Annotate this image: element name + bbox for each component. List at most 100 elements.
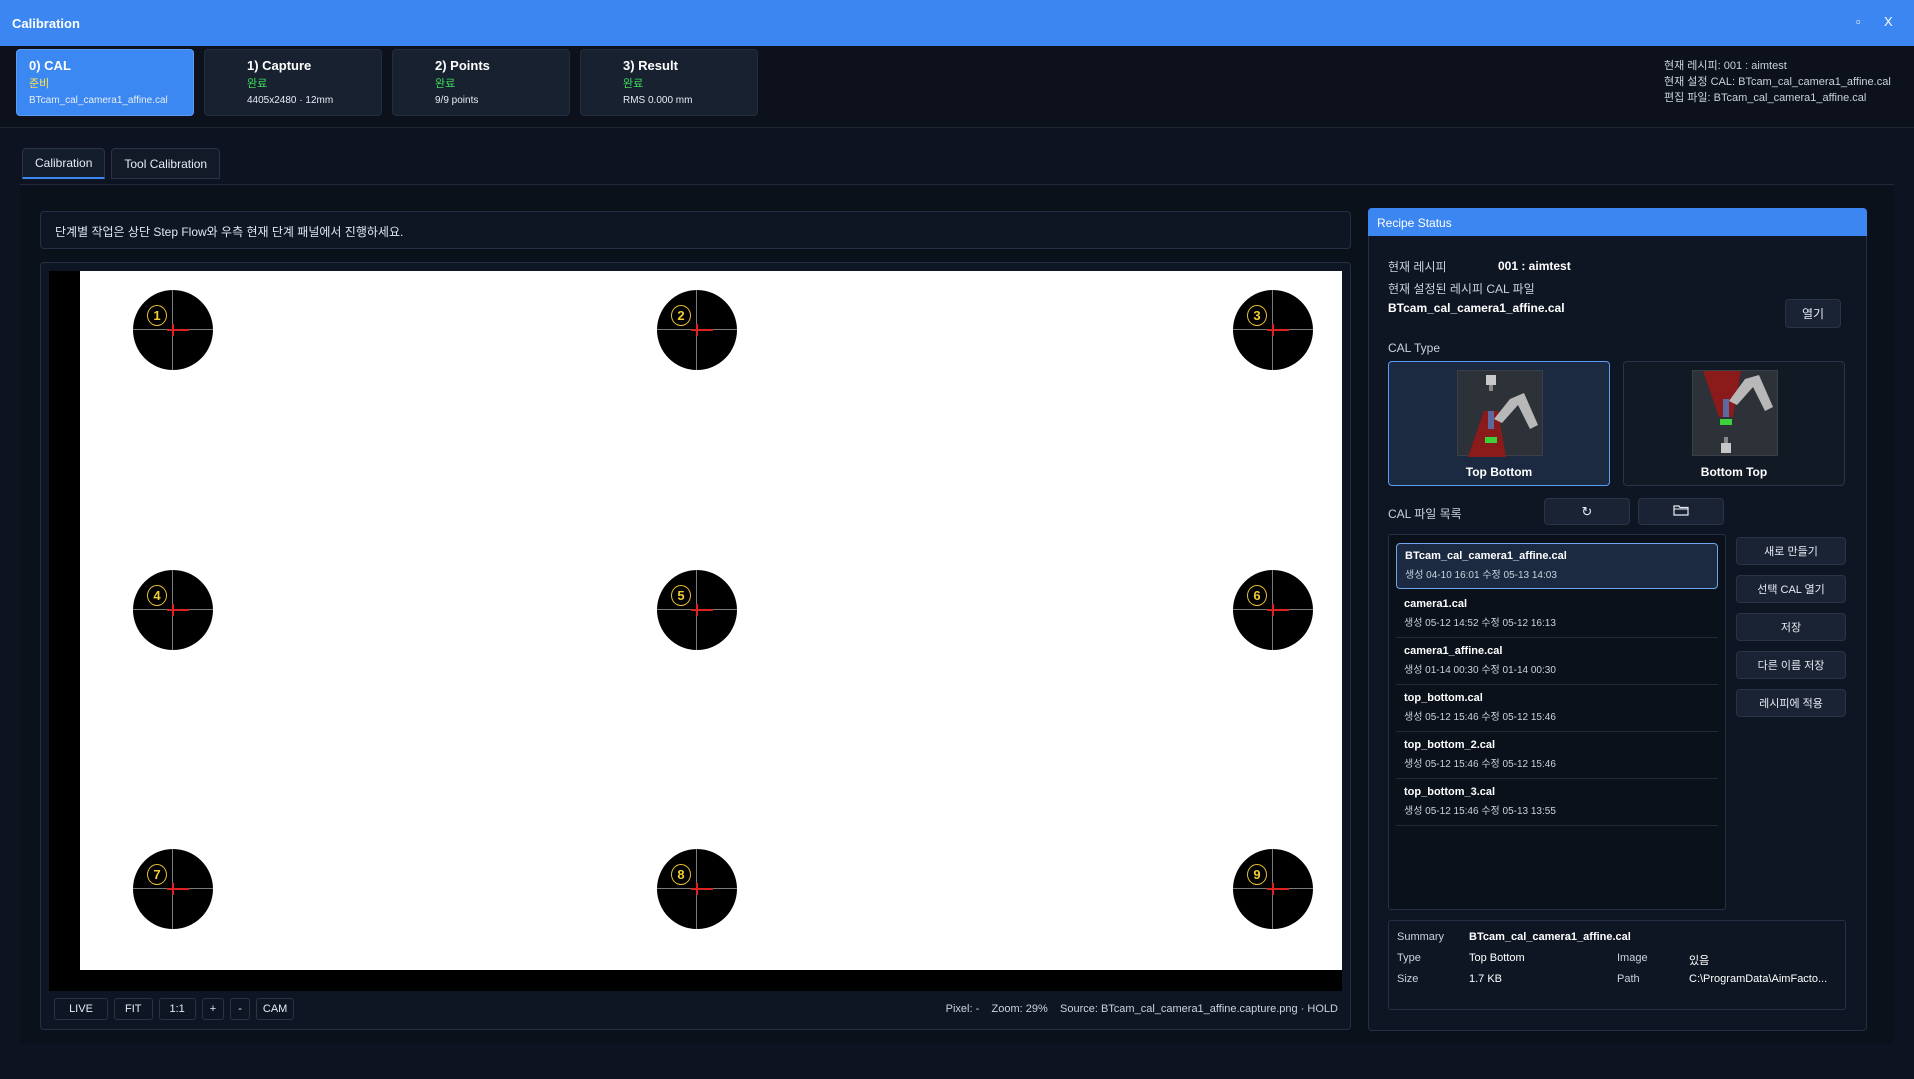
camera-button[interactable]: CAM [255,998,295,1020]
calibration-window: Calibration ▫ X 0) CAL 준비 BTcam_cal_came… [0,0,1914,1079]
path-value: C:\ProgramData\AimFacto... [1689,973,1828,985]
step-capture[interactable]: 1) Capture 완료 4405x2480 · 12mm [204,49,382,116]
folder-icon [1673,504,1689,519]
step-title: 2) Points [435,58,490,73]
target-number: 3 [1247,305,1267,326]
zoom-in-button[interactable]: + [201,998,225,1020]
calibration-target: 4 [133,570,213,650]
step-result[interactable]: 3) Result 완료 RMS 0.000 mm [580,49,758,116]
cal-file-value: BTcam_cal_camera1_affine.cal [1388,301,1565,315]
type-value: Top Bottom [1469,952,1525,964]
new-cal-button[interactable]: 새로 만들기 [1736,537,1846,565]
live-button[interactable]: LIVE [54,998,108,1020]
summary-label: Summary [1397,931,1445,943]
close-button[interactable]: X [1884,14,1893,29]
instruction-banner: 단계별 작업은 상단 Step Flow와 우측 현재 단계 패널에서 진행하세… [40,211,1351,249]
calibration-target: 7 [133,849,213,929]
target-number: 5 [671,585,691,606]
size-value: 1.7 KB [1469,973,1503,985]
size-label: Size [1397,973,1419,985]
target-number: 7 [147,864,167,885]
step-status: 완료 [435,78,456,90]
browse-folder-button[interactable] [1638,498,1724,525]
calibration-target: 6 [1233,570,1313,650]
tab-tool-calibration[interactable]: Tool Calibration [111,148,221,179]
viewer-status: Pixel: - Zoom: 29% Source: BTcam_cal_cam… [946,1003,1338,1015]
step-detail: 9/9 points [435,95,479,106]
file-list-item[interactable]: top_bottom_3.cal 생성 05-12 15:46 수정 05-13… [1396,780,1718,826]
file-list-item[interactable]: BTcam_cal_camera1_affine.cal 생성 04-10 16… [1396,543,1718,589]
target-number: 6 [1247,585,1267,606]
open-selected-cal-button[interactable]: 선택 CAL 열기 [1736,575,1846,603]
path-label: Path [1617,973,1640,985]
open-button[interactable]: 열기 [1785,299,1841,328]
calibration-target: 9 [1233,849,1313,929]
tab-divider [20,184,1894,185]
fit-button[interactable]: FIT [114,998,153,1020]
current-cal-text: 현재 설정 CAL: BTcam_cal_camera1_affine.cal [1664,76,1891,88]
file-name: top_bottom_3.cal [1404,786,1496,798]
tab-bar: Calibration Tool Calibration [22,148,221,180]
cal-type-top-bottom[interactable]: Top Bottom [1388,361,1610,486]
target-number: 8 [671,864,691,885]
file-list-item[interactable]: camera1.cal 생성 05-12 14:52 수정 05-12 16:1… [1396,592,1718,638]
target-number: 4 [147,585,167,606]
target-number: 1 [147,305,167,326]
step-flow-header: 0) CAL 준비 BTcam_cal_camera1_affine.cal 1… [0,46,1914,128]
step-cal[interactable]: 0) CAL 준비 BTcam_cal_camera1_affine.cal [16,49,194,116]
step-detail: RMS 0.000 mm [623,95,693,106]
bottom-top-illustration [1692,370,1778,456]
current-recipe-label: 현재 레시피 [1388,260,1447,274]
tab-calibration[interactable]: Calibration [22,148,106,179]
file-name: top_bottom_2.cal [1404,739,1496,751]
step-title: 1) Capture [247,58,312,73]
maximize-button[interactable]: ▫ [1856,14,1861,29]
cal-type-caption: Bottom Top [1700,465,1768,479]
current-recipe-text: 현재 레시피: 001 : aimtest [1664,60,1787,72]
step-title: 3) Result [623,58,678,73]
save-as-button[interactable]: 다른 이름 저장 [1736,651,1846,679]
file-list-item[interactable]: top_bottom.cal 생성 05-12 15:46 수정 05-12 1… [1396,686,1718,732]
zoom-readout: Zoom: 29% [991,1003,1048,1015]
cal-type-label: CAL Type [1388,341,1441,355]
type-label: Type [1397,952,1421,964]
file-name: camera1_affine.cal [1404,645,1503,657]
calibration-target: 2 [657,290,737,370]
header-info: 현재 레시피: 001 : aimtest 현재 설정 CAL: BTcam_c… [1664,58,1900,106]
image-value: 있음 [1689,955,1710,967]
pixel-readout: Pixel: - [945,1003,980,1015]
file-dates: 생성 04-10 16:01 수정 05-13 14:03 [1405,570,1557,581]
refresh-button[interactable]: ↻ [1544,498,1630,525]
step-status: 완료 [623,78,644,90]
summary-value: BTcam_cal_camera1_affine.cal [1469,931,1631,943]
step-detail: BTcam_cal_camera1_affine.cal [29,95,168,106]
calibration-target: 8 [657,849,737,929]
refresh-icon: ↻ [1581,503,1593,519]
file-name: top_bottom.cal [1404,692,1483,704]
file-list-item[interactable]: top_bottom_2.cal 생성 05-12 15:46 수정 05-12… [1396,733,1718,779]
file-dates: 생성 05-12 15:46 수정 05-13 13:55 [1404,806,1556,817]
cal-type-bottom-top[interactable]: Bottom Top [1623,361,1845,486]
apply-to-recipe-button[interactable]: 레시피에 적용 [1736,689,1846,717]
file-dates: 생성 05-12 14:52 수정 05-12 16:13 [1404,618,1556,629]
calibration-target: 1 [133,290,213,370]
file-dates: 생성 05-12 15:46 수정 05-12 15:46 [1404,712,1556,723]
window-title: Calibration [12,15,80,31]
step-detail: 4405x2480 · 12mm [247,95,334,106]
actual-size-button[interactable]: 1:1 [158,998,196,1020]
step-title: 0) CAL [29,58,71,73]
zoom-out-button[interactable]: - [230,998,250,1020]
file-name: BTcam_cal_camera1_affine.cal [1405,550,1567,562]
file-list-item[interactable]: camera1_affine.cal 생성 01-14 00:30 수정 01-… [1396,639,1718,685]
cal-type-caption: Top Bottom [1465,465,1533,479]
step-points[interactable]: 2) Points 완료 9/9 points [392,49,570,116]
cal-file-label: 현재 설정된 레시피 CAL 파일 [1388,282,1535,296]
current-recipe-value: 001 : aimtest [1498,259,1571,273]
viewer-toolbar: LIVE FIT 1:1 + - CAM [54,998,295,1020]
target-number: 2 [671,305,691,326]
save-button[interactable]: 저장 [1736,613,1846,641]
target-number: 9 [1247,864,1267,885]
recipe-status-header: Recipe Status [1368,208,1867,236]
file-dates: 생성 01-14 00:30 수정 01-14 00:30 [1404,665,1556,676]
file-dates: 생성 05-12 15:46 수정 05-12 15:46 [1404,759,1556,770]
